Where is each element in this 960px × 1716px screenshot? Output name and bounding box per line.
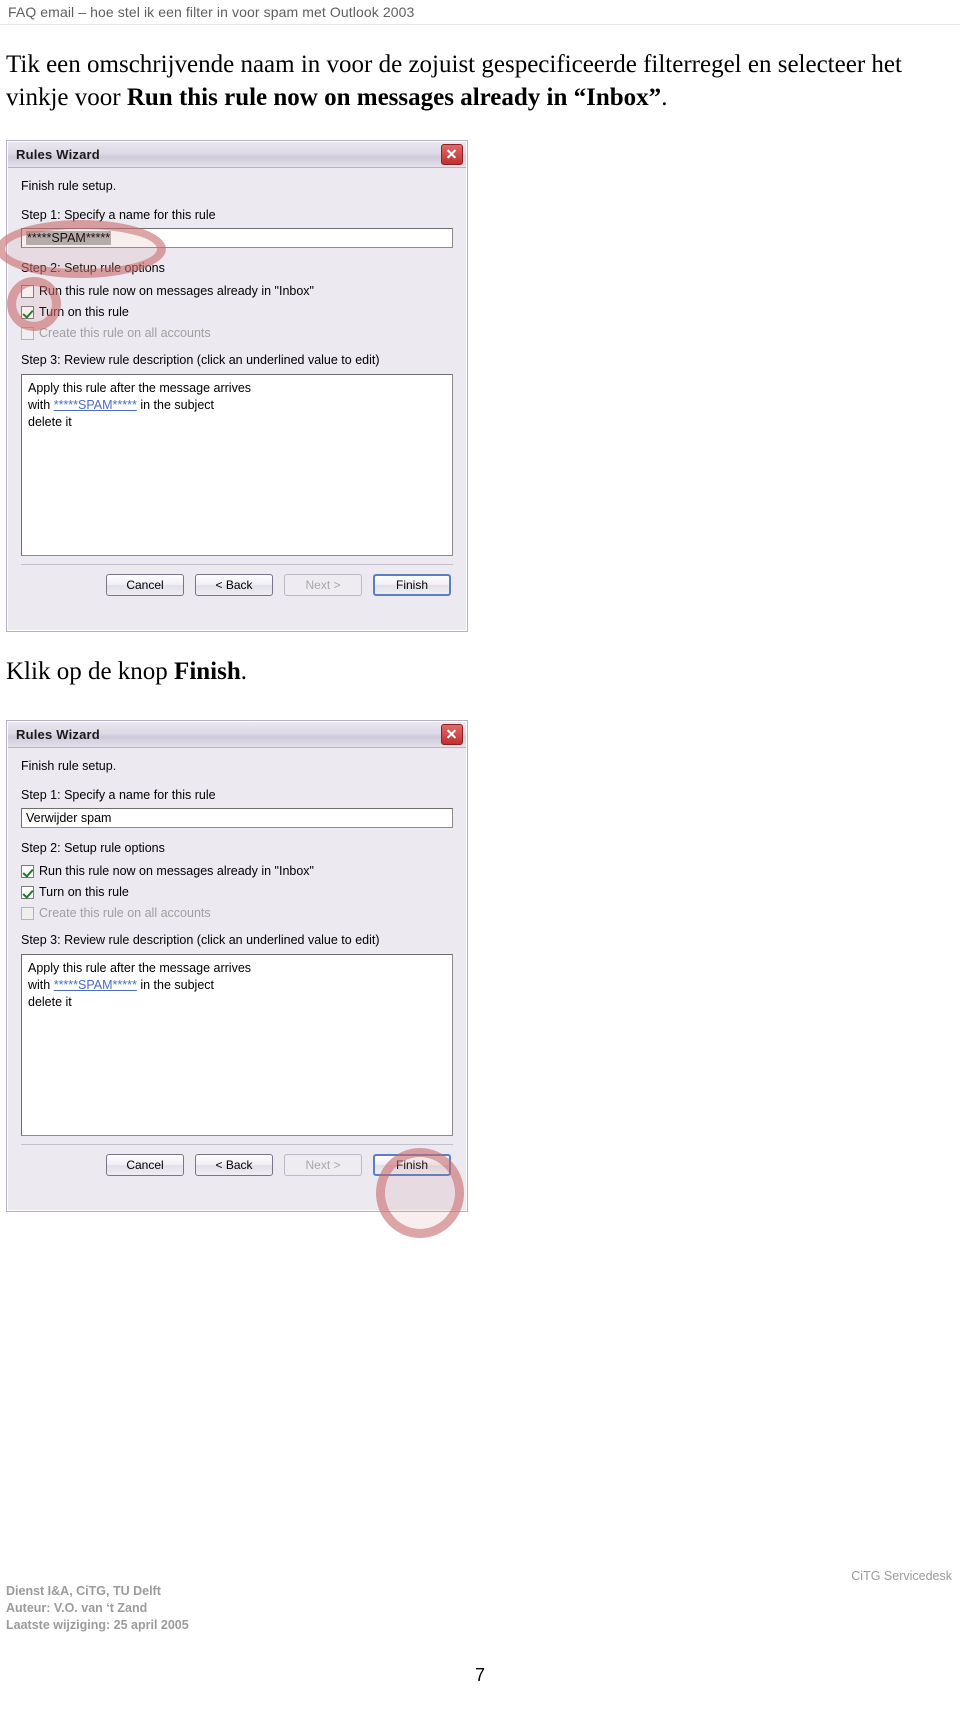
- checkbox-turn-on-rule-label: Turn on this rule: [39, 305, 129, 319]
- checkbox-icon[interactable]: [21, 864, 34, 878]
- dialog1-step2-label: Step 2: Setup rule options: [21, 261, 165, 275]
- rule-description-box[interactable]: Apply this rule after the message arrive…: [21, 374, 453, 556]
- dialog2-button-row: Cancel < Back Next > Finish: [21, 1145, 453, 1180]
- checkbox-all-accounts-label: Create this rule on all accounts: [39, 906, 211, 920]
- checkbox-icon[interactable]: [21, 885, 34, 899]
- intro-paragraph: Tik een omschrijvende naam in voor de zo…: [6, 48, 952, 114]
- checkbox-run-rule-now[interactable]: Run this rule now on messages already in…: [21, 284, 453, 298]
- footer-line-2: Auteur: V.O. van ‘t Zand: [6, 1601, 148, 1615]
- dialog1-titlebar[interactable]: Rules Wizard: [8, 142, 466, 168]
- running-head: FAQ email – hoe stel ik een filter in vo…: [8, 4, 415, 20]
- checkbox-turn-on-rule[interactable]: Turn on this rule: [21, 885, 453, 899]
- cancel-button[interactable]: Cancel: [106, 1154, 184, 1176]
- checkbox-run-rule-now-label: Run this rule now on messages already in…: [39, 284, 314, 298]
- rules-wizard-dialog-2[interactable]: Rules Wizard Finish rule setup. Step 1: …: [6, 720, 468, 1212]
- rule-desc-line2: with *****SPAM***** in the subject: [28, 397, 446, 414]
- dialog1-button-row: Cancel < Back Next > Finish: [21, 565, 453, 600]
- finish-button[interactable]: Finish: [373, 1154, 451, 1176]
- footer-line-3: Laatste wijziging: 25 april 2005: [6, 1618, 189, 1632]
- close-icon[interactable]: [441, 724, 463, 745]
- rule-desc-line1: Apply this rule after the message arrive…: [28, 381, 252, 395]
- close-icon[interactable]: [441, 144, 463, 165]
- dialog1-title: Rules Wizard: [16, 147, 100, 162]
- dialog2-step2-label: Step 2: Setup rule options: [21, 841, 165, 855]
- footer-line-1: Dienst I&A, CiTG, TU Delft: [6, 1584, 161, 1598]
- rule-desc-line2-pre: with: [28, 398, 54, 412]
- footer: Dienst I&A, CiTG, TU Delft Auteur: V.O. …: [6, 1583, 189, 1634]
- rule-desc-line3: delete it: [28, 415, 72, 429]
- rule-desc-subject-link[interactable]: *****SPAM*****: [54, 398, 137, 412]
- rule-desc-line2-pre: with: [28, 978, 54, 992]
- checkbox-icon: [21, 326, 34, 340]
- dialog1-step3-label: Step 3: Review rule description (click a…: [21, 353, 380, 367]
- cancel-button[interactable]: Cancel: [106, 574, 184, 596]
- checkbox-all-accounts-label: Create this rule on all accounts: [39, 326, 211, 340]
- checkbox-all-accounts: Create this rule on all accounts: [21, 906, 453, 920]
- klik-text-bold: Finish: [174, 658, 241, 685]
- next-button: Next >: [284, 1154, 362, 1176]
- footer-right-text: CiTG Servicedesk: [851, 1569, 952, 1583]
- rule-description-box[interactable]: Apply this rule after the message arrive…: [21, 954, 453, 1136]
- back-button[interactable]: < Back: [195, 1154, 273, 1176]
- intro-text-bold: Run this rule now on messages already in…: [126, 84, 662, 111]
- checkbox-icon[interactable]: [21, 305, 34, 319]
- rule-name-input[interactable]: Verwijder spam: [21, 808, 453, 828]
- klik-paragraph: Klik op de knop Finish.: [6, 655, 952, 688]
- rule-name-input[interactable]: *****SPAM*****: [21, 228, 453, 248]
- dialog1-heading: Finish rule setup.: [21, 179, 117, 193]
- klik-text-part1: Klik op de knop: [6, 658, 175, 685]
- rule-desc-line2: with *****SPAM***** in the subject: [28, 977, 446, 994]
- next-button: Next >: [284, 574, 362, 596]
- rule-name-value: *****SPAM*****: [26, 231, 112, 245]
- dialog2-titlebar[interactable]: Rules Wizard: [8, 722, 466, 748]
- checkbox-icon: [21, 906, 34, 920]
- checkbox-all-accounts: Create this rule on all accounts: [21, 326, 453, 340]
- intro-text-part2: .: [661, 84, 668, 111]
- checkbox-turn-on-rule[interactable]: Turn on this rule: [21, 305, 453, 319]
- running-head-divider: [0, 24, 960, 25]
- page-number: 7: [474, 1665, 485, 1685]
- rule-desc-line3: delete it: [28, 995, 72, 1009]
- rule-desc-line2-post: in the subject: [136, 398, 214, 412]
- checkbox-turn-on-rule-label: Turn on this rule: [39, 885, 129, 899]
- rule-desc-line1: Apply this rule after the message arrive…: [28, 961, 252, 975]
- rule-desc-line2-post: in the subject: [136, 978, 214, 992]
- dialog2-heading: Finish rule setup.: [21, 759, 117, 773]
- rules-wizard-dialog-1[interactable]: Rules Wizard Finish rule setup. Step 1: …: [6, 140, 468, 632]
- rule-desc-subject-link[interactable]: *****SPAM*****: [54, 978, 137, 992]
- checkbox-icon[interactable]: [21, 284, 34, 298]
- back-button[interactable]: < Back: [195, 574, 273, 596]
- klik-text-part2: .: [240, 658, 247, 685]
- finish-button[interactable]: Finish: [373, 574, 451, 596]
- checkbox-run-rule-now-label: Run this rule now on messages already in…: [39, 864, 314, 878]
- rule-name-value: Verwijder spam: [26, 811, 112, 825]
- dialog2-title: Rules Wizard: [16, 727, 100, 742]
- dialog2-step1-label: Step 1: Specify a name for this rule: [21, 788, 216, 802]
- dialog2-step3-label: Step 3: Review rule description (click a…: [21, 933, 380, 947]
- page: FAQ email – hoe stel ik een filter in vo…: [0, 0, 960, 1716]
- dialog1-step1-label: Step 1: Specify a name for this rule: [21, 208, 216, 222]
- checkbox-run-rule-now[interactable]: Run this rule now on messages already in…: [21, 864, 453, 878]
